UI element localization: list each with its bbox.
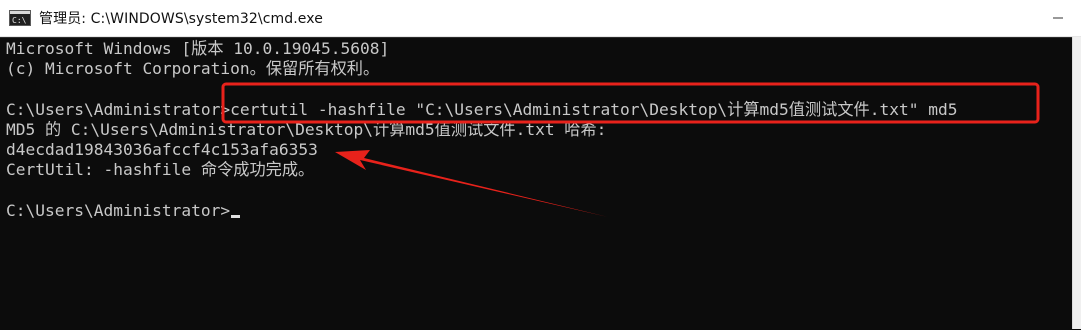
console-line-text: C:\Users\Administrator>certutil -hashfil…	[6, 99, 958, 119]
console-output[interactable]: Microsoft Windows [版本 10.0.19045.5608] (c…	[0, 37, 1081, 330]
minimize-icon	[1053, 17, 1063, 19]
console-line-text: Microsoft Windows [版本 10.0.19045.5608]	[6, 39, 390, 58]
console-line: (c) Microsoft Corporation。保留所有权利。	[6, 59, 1073, 79]
console-line-text: (c) Microsoft Corporation。保留所有权利。	[6, 59, 380, 79]
console-line: d4ecdad19843036afccf4c153afa6353	[6, 140, 1073, 160]
console-line: C:\Users\Administrator>	[6, 201, 1073, 221]
text-cursor	[231, 214, 241, 218]
console-line-text: MD5 的 C:\Users\Administrator\Desktop\计算m…	[6, 119, 607, 139]
cmd-icon: C:\	[9, 10, 31, 26]
console-text: Microsoft Windows [版本 10.0.19045.5608] (c…	[6, 39, 1073, 221]
cmd-window: C:\ 管理员: C:\WINDOWS\system32\cmd.exe Mic…	[0, 0, 1081, 330]
console-line: C:\Users\Administrator>certutil -hashfil…	[6, 100, 1073, 120]
console-line-text: d4ecdad19843036afccf4c153afa6353	[6, 139, 318, 159]
window-title: 管理员: C:\WINDOWS\system32\cmd.exe	[39, 11, 323, 27]
scrollbar[interactable]	[1072, 37, 1081, 329]
title-bar[interactable]: C:\ 管理员: C:\WINDOWS\system32\cmd.exe	[0, 0, 1081, 37]
console-line: Microsoft Windows [版本 10.0.19045.5608]	[6, 39, 1073, 59]
console-line-text: C:\Users\Administrator>	[6, 200, 231, 220]
window-controls	[1035, 0, 1081, 36]
console-line: MD5 的 C:\Users\Administrator\Desktop\计算m…	[6, 120, 1073, 140]
svg-text:C:\: C:\	[12, 16, 27, 25]
console-line: CertUtil: -hashfile 命令成功完成。	[6, 160, 1073, 180]
minimize-button[interactable]	[1035, 0, 1081, 36]
console-line-text: CertUtil: -hashfile 命令成功完成。	[6, 160, 315, 180]
